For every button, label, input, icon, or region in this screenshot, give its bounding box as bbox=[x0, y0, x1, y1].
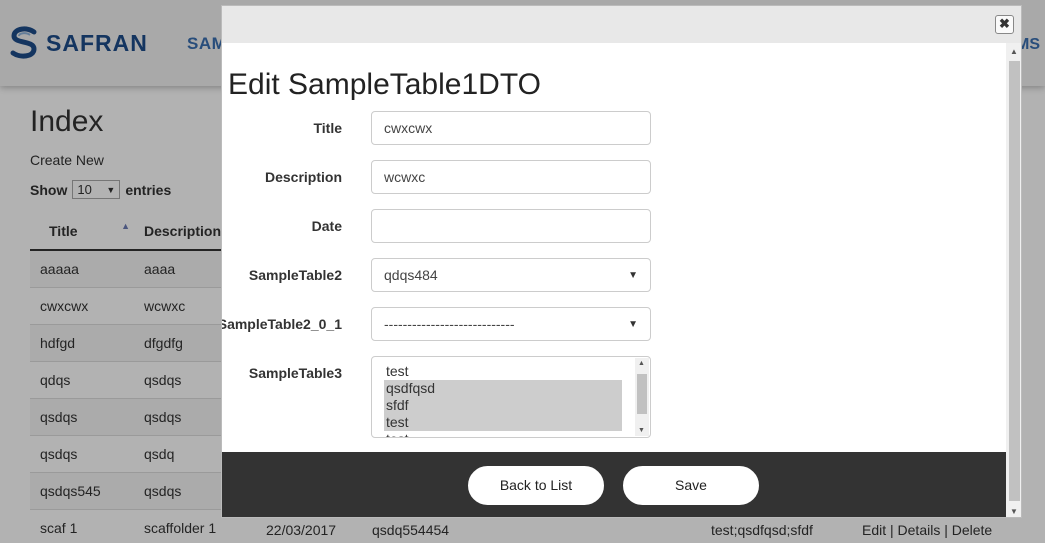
sampletable2-0-1-value: ---------------------------- bbox=[384, 316, 515, 332]
list-item[interactable]: qsdfqsd bbox=[384, 380, 622, 397]
sampletable3-multiselect[interactable]: test qsdfqsd sfdf test test ▲ ▼ bbox=[371, 356, 651, 438]
edit-dialog: ✖ Edit SampleTable1DTO Title cwxcwx Desc… bbox=[221, 5, 1022, 518]
sampletable2-value: qdqs484 bbox=[384, 267, 438, 283]
form-row-sampletable3: SampleTable3 test qsdfqsd sfdf test test… bbox=[222, 356, 1006, 438]
list-item[interactable]: test bbox=[384, 363, 622, 380]
description-field[interactable]: wcwxc bbox=[371, 160, 651, 194]
date-label: Date bbox=[311, 218, 342, 234]
chevron-down-icon: ▼ bbox=[628, 269, 638, 281]
sampletable3-label: SampleTable3 bbox=[248, 365, 342, 381]
title-value: cwxcwx bbox=[384, 120, 433, 136]
form-row-sampletable2: SampleTable2 qdqs484 ▼ bbox=[222, 258, 1006, 292]
dialog-scrollbar[interactable]: ▲ ▼ bbox=[1006, 43, 1021, 517]
form-row-title: Title cwxcwx bbox=[222, 111, 1006, 145]
list-item[interactable]: test bbox=[384, 431, 622, 437]
dialog-footer: Back to List Save bbox=[222, 452, 1006, 517]
description-label: Description bbox=[264, 169, 342, 185]
dialog-heading: Edit SampleTable1DTO bbox=[228, 68, 541, 101]
dialog-titlebar[interactable]: ✖ bbox=[222, 6, 1021, 43]
scrollbar-thumb[interactable] bbox=[1009, 61, 1020, 501]
title-field[interactable]: cwxcwx bbox=[371, 111, 651, 145]
description-value: wcwxc bbox=[384, 169, 426, 185]
form-row-date: Date bbox=[222, 209, 1006, 243]
form-row-description: Description wcwxc bbox=[222, 160, 1006, 194]
scroll-down-icon[interactable]: ▼ bbox=[1010, 507, 1018, 516]
sampletable2-select[interactable]: qdqs484 ▼ bbox=[371, 258, 651, 292]
sampletable2-label: SampleTable2 bbox=[248, 267, 342, 283]
scrollbar-thumb[interactable] bbox=[637, 374, 647, 414]
scroll-down-icon[interactable]: ▼ bbox=[638, 427, 645, 434]
save-button[interactable]: Save bbox=[623, 466, 759, 505]
dialog-body: Edit SampleTable1DTO Title cwxcwx Descri… bbox=[222, 43, 1006, 452]
scroll-up-icon[interactable]: ▲ bbox=[1010, 47, 1018, 56]
date-field[interactable] bbox=[371, 209, 651, 243]
sampletable2-0-1-select[interactable]: ---------------------------- ▼ bbox=[371, 307, 651, 341]
scroll-up-icon[interactable]: ▲ bbox=[638, 360, 645, 367]
listbox-scrollbar[interactable]: ▲ ▼ bbox=[635, 358, 649, 436]
list-item[interactable]: test bbox=[384, 414, 622, 431]
close-icon[interactable]: ✖ bbox=[995, 15, 1014, 34]
title-label: Title bbox=[313, 120, 342, 136]
listbox-options: test qsdfqsd sfdf test test bbox=[384, 363, 622, 437]
sampletable2-0-1-label: SampleTable2_0_1 bbox=[221, 316, 342, 332]
chevron-down-icon: ▼ bbox=[628, 318, 638, 330]
form-row-sampletable2-0-1: SampleTable2_0_1 -----------------------… bbox=[222, 307, 1006, 341]
back-to-list-button[interactable]: Back to List bbox=[468, 466, 604, 505]
list-item[interactable]: sfdf bbox=[384, 397, 622, 414]
